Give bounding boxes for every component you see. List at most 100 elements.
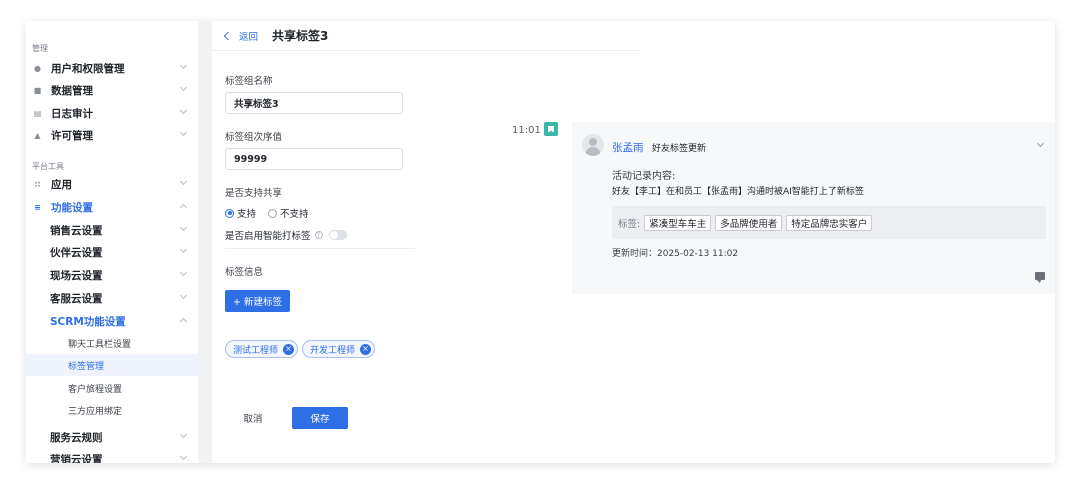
sidebar-group-platform: 平台工具	[32, 162, 64, 171]
sidebar-item-label: 伙伴云设置	[50, 246, 103, 259]
database-icon: ■	[33, 85, 42, 95]
sidebar-item-apps[interactable]: ∷ 应用	[26, 173, 198, 195]
sidebar-item-label: 聊天工具栏设置	[68, 339, 132, 350]
new-tag-button[interactable]: + 新建标签	[225, 290, 290, 312]
chevron-down-icon	[179, 177, 188, 186]
sidebar-item-data[interactable]: ■ 数据管理	[26, 79, 198, 101]
sidebar-divider	[198, 21, 212, 463]
form-header: 返回 共享标签3	[212, 21, 640, 51]
back-link[interactable]: 返回	[223, 29, 259, 43]
share-yes-label[interactable]: 支持	[237, 206, 256, 220]
smart-tag-row: 是否启用智能打标签 ?	[225, 228, 347, 242]
share-radio-group: 支持 不支持	[225, 206, 309, 220]
tag-label: 开发工程师	[310, 345, 356, 356]
sidebar-item-log[interactable]: ▤ 日志审计	[26, 102, 198, 124]
tag-info-label: 标签信息	[225, 267, 264, 278]
activity-content: 好友【李工】在和员工【张孟雨】沟通时被AI智能打上了新标签	[612, 187, 864, 197]
sidebar-item-label: 销售云设置	[50, 224, 103, 237]
apps-icon: ∷	[34, 179, 41, 189]
sidebar-item-partner-cloud[interactable]: 伙伴云设置	[26, 241, 198, 263]
order-label: 标签组次序值	[225, 132, 283, 143]
smart-tag-label: 是否启用智能打标签	[225, 231, 311, 242]
sidebar-item-customer-journey[interactable]: 客户旅程设置	[26, 377, 198, 399]
activity-tags-prefix: 标签:	[618, 218, 641, 230]
sidebar-item-users[interactable]: ● 用户和权限管理	[26, 57, 198, 79]
close-icon[interactable]: ×	[283, 343, 295, 355]
sidebar-item-label: 用户和权限管理	[51, 62, 125, 75]
chevron-down-icon	[179, 291, 188, 300]
share-label: 是否支持共享	[225, 188, 283, 199]
smart-tag-toggle[interactable]	[328, 230, 347, 240]
user-icon: ●	[34, 63, 41, 73]
activity-time: 11:01	[512, 125, 541, 136]
sidebar-item-chat-toolbar[interactable]: 聊天工具栏设置	[26, 332, 198, 354]
chevron-down-icon	[179, 268, 188, 277]
sidebar-group-manage: 管理	[32, 44, 48, 53]
sidebar-item-field-cloud[interactable]: 现场云设置	[26, 264, 198, 286]
activity-type: 好友标签更新	[652, 144, 707, 154]
activity-tag-box: 标签: 紧凑型车车主 多品牌使用者 特定品牌忠实客户	[612, 206, 1046, 239]
sidebar-item-service-cloud[interactable]: 客服云设置	[26, 287, 198, 309]
name-input[interactable]: 共享标签3	[225, 92, 403, 114]
sidebar-item-label: 功能设置	[51, 201, 93, 214]
bookmark-icon	[544, 122, 558, 136]
activity-tag: 多品牌使用者	[715, 214, 783, 231]
chevron-left-icon	[223, 31, 233, 40]
tag-label: 测试工程师	[233, 345, 279, 356]
activity-card: 张孟雨 好友标签更新 活动记录内容: 好友【李工】在和员工【张孟雨】沟通时被AI…	[572, 122, 1055, 294]
share-no-label[interactable]: 不支持	[280, 206, 309, 220]
sidebar-item-label: 客服云设置	[50, 292, 103, 305]
divider	[225, 248, 415, 249]
sidebar-item-label: 客户旅程设置	[68, 384, 123, 395]
chevron-down-icon	[179, 223, 188, 232]
share-no-radio[interactable]	[268, 208, 278, 218]
help-icon[interactable]: ?	[314, 231, 323, 239]
chevron-down-icon[interactable]	[1036, 139, 1045, 148]
activity-content-title: 活动记录内容:	[612, 171, 676, 182]
sidebar-item-sales-cloud[interactable]: 销售云设置	[26, 219, 198, 241]
chevron-down-icon	[179, 452, 188, 461]
sidebar-item-label: SCRM功能设置	[50, 315, 126, 328]
page-title: 共享标签3	[272, 29, 329, 43]
chevron-down-icon	[179, 430, 188, 439]
sidebar: 管理 ● 用户和权限管理 ■ 数据管理 ▤ 日志审计 ▲ 许可管理 平台工具 ∷…	[26, 21, 198, 463]
sidebar-item-label: 日志审计	[51, 107, 93, 120]
log-icon: ▤	[33, 108, 42, 118]
chevron-down-icon	[179, 128, 188, 137]
back-label: 返回	[239, 31, 259, 43]
chevron-up-icon	[179, 317, 188, 326]
activity-tag: 紧凑型车车主	[644, 214, 712, 231]
sidebar-item-label: 现场云设置	[50, 269, 103, 282]
tag-list: 测试工程师 × 开发工程师 ×	[225, 340, 376, 358]
cancel-button[interactable]: 取消	[225, 407, 281, 429]
sidebar-item-marketing-cloud[interactable]: 营销云设置	[26, 448, 198, 463]
chevron-down-icon	[179, 106, 188, 115]
tag-chip[interactable]: 开发工程师 ×	[302, 340, 376, 358]
name-label: 标签组名称	[225, 76, 273, 87]
order-input[interactable]: 99999	[225, 148, 403, 170]
share-yes-radio[interactable]	[225, 208, 234, 218]
activity-user[interactable]: 张孟雨	[612, 140, 644, 155]
lock-icon: ▲	[34, 130, 41, 140]
sidebar-item-label: 应用	[51, 178, 72, 191]
sidebar-item-label: 许可管理	[51, 129, 93, 142]
save-button[interactable]: 保存	[292, 407, 348, 429]
sidebar-item-scrm[interactable]: SCRM功能设置	[26, 310, 198, 332]
close-icon[interactable]: ×	[360, 343, 372, 355]
sidebar-item-label: 标签管理	[68, 361, 105, 372]
settings-icon: ≡	[34, 202, 41, 212]
chevron-down-icon	[179, 61, 188, 70]
sidebar-item-label: 服务云规则	[50, 431, 103, 444]
sidebar-item-feature-settings[interactable]: ≡ 功能设置	[26, 196, 198, 218]
sidebar-item-tag-management[interactable]: 标签管理	[26, 354, 198, 376]
sidebar-item-label: 营销云设置	[50, 453, 103, 464]
sidebar-item-third-party[interactable]: 三方应用绑定	[26, 399, 198, 421]
sidebar-item-label: 数据管理	[51, 84, 93, 97]
sidebar-item-license[interactable]: ▲ 许可管理	[26, 124, 198, 146]
tag-chip[interactable]: 测试工程师 ×	[225, 340, 299, 358]
sidebar-item-service-rules[interactable]: 服务云规则	[26, 426, 198, 448]
comment-icon[interactable]	[1035, 272, 1045, 283]
sidebar-item-label: 三方应用绑定	[68, 406, 123, 417]
activity-updated-time: 更新时间：2025-02-13 11:02	[612, 249, 739, 259]
activity-tag: 特定品牌忠实客户	[786, 214, 873, 231]
